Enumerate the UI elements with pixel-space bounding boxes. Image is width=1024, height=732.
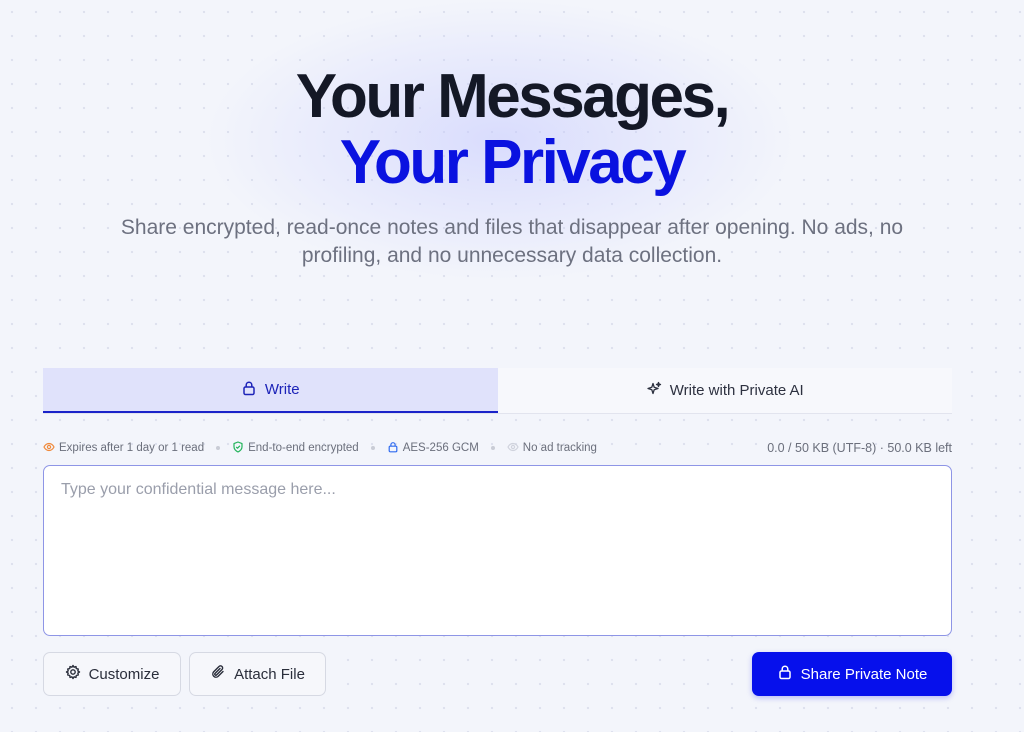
- title-line-2: Your Privacy: [339, 128, 687, 197]
- editor-tabs: Write Write with Private AI: [43, 368, 952, 414]
- hero: Your Messages, Your Privacy Share encryp…: [0, 64, 1024, 270]
- eye-off-icon: [507, 441, 519, 456]
- paperclip-icon: [210, 664, 226, 684]
- attach-file-button[interactable]: Attach File: [189, 652, 326, 696]
- note-meta-bar: Expires after 1 day or 1 read End-to-end…: [43, 440, 952, 456]
- customize-label: Customize: [88, 665, 160, 683]
- meta-cipher: AES-256 GCM: [387, 441, 479, 456]
- meta-tracking: No ad tracking: [507, 441, 597, 456]
- tab-write[interactable]: Write: [43, 368, 498, 413]
- share-label: Share Private Note: [800, 665, 928, 683]
- separator-dot: [490, 446, 495, 450]
- tab-write-label: Write: [264, 381, 300, 398]
- title-line-1: Your Messages,: [295, 62, 731, 131]
- separator-dot: [370, 446, 375, 450]
- page-subtitle: Share encrypted, read-once notes and fil…: [120, 216, 904, 267]
- message-input[interactable]: [43, 465, 952, 636]
- sparkle-icon: [646, 381, 662, 401]
- meta-expiry: Expires after 1 day or 1 read: [43, 441, 204, 456]
- share-private-note-button[interactable]: Share Private Note: [752, 652, 952, 696]
- meta-encryption: End-to-end encrypted: [232, 440, 359, 456]
- page-title: Your Messages, Your Privacy: [0, 64, 1024, 196]
- customize-button[interactable]: Customize: [43, 652, 181, 696]
- lock-icon: [777, 664, 793, 684]
- meta-tracking-label: No ad tracking: [522, 442, 597, 454]
- meta-expiry-label: Expires after 1 day or 1 read: [59, 442, 205, 454]
- eye-icon: [43, 441, 55, 456]
- shield-icon: [232, 440, 244, 456]
- lock-icon: [241, 380, 257, 400]
- attach-file-label: Attach File: [234, 665, 305, 683]
- meta-cipher-label: AES-256 GCM: [402, 442, 479, 454]
- separator-dot: [216, 446, 221, 450]
- lock-icon: [387, 441, 399, 456]
- gear-icon: [65, 664, 81, 684]
- tab-ai-label: Write with Private AI: [669, 382, 804, 399]
- tab-write-with-private-ai[interactable]: Write with Private AI: [497, 368, 952, 413]
- size-counter: 0.0 / 50 KB (UTF-8) · 50.0 KB left: [767, 441, 952, 455]
- meta-encryption-label: End-to-end encrypted: [248, 442, 359, 454]
